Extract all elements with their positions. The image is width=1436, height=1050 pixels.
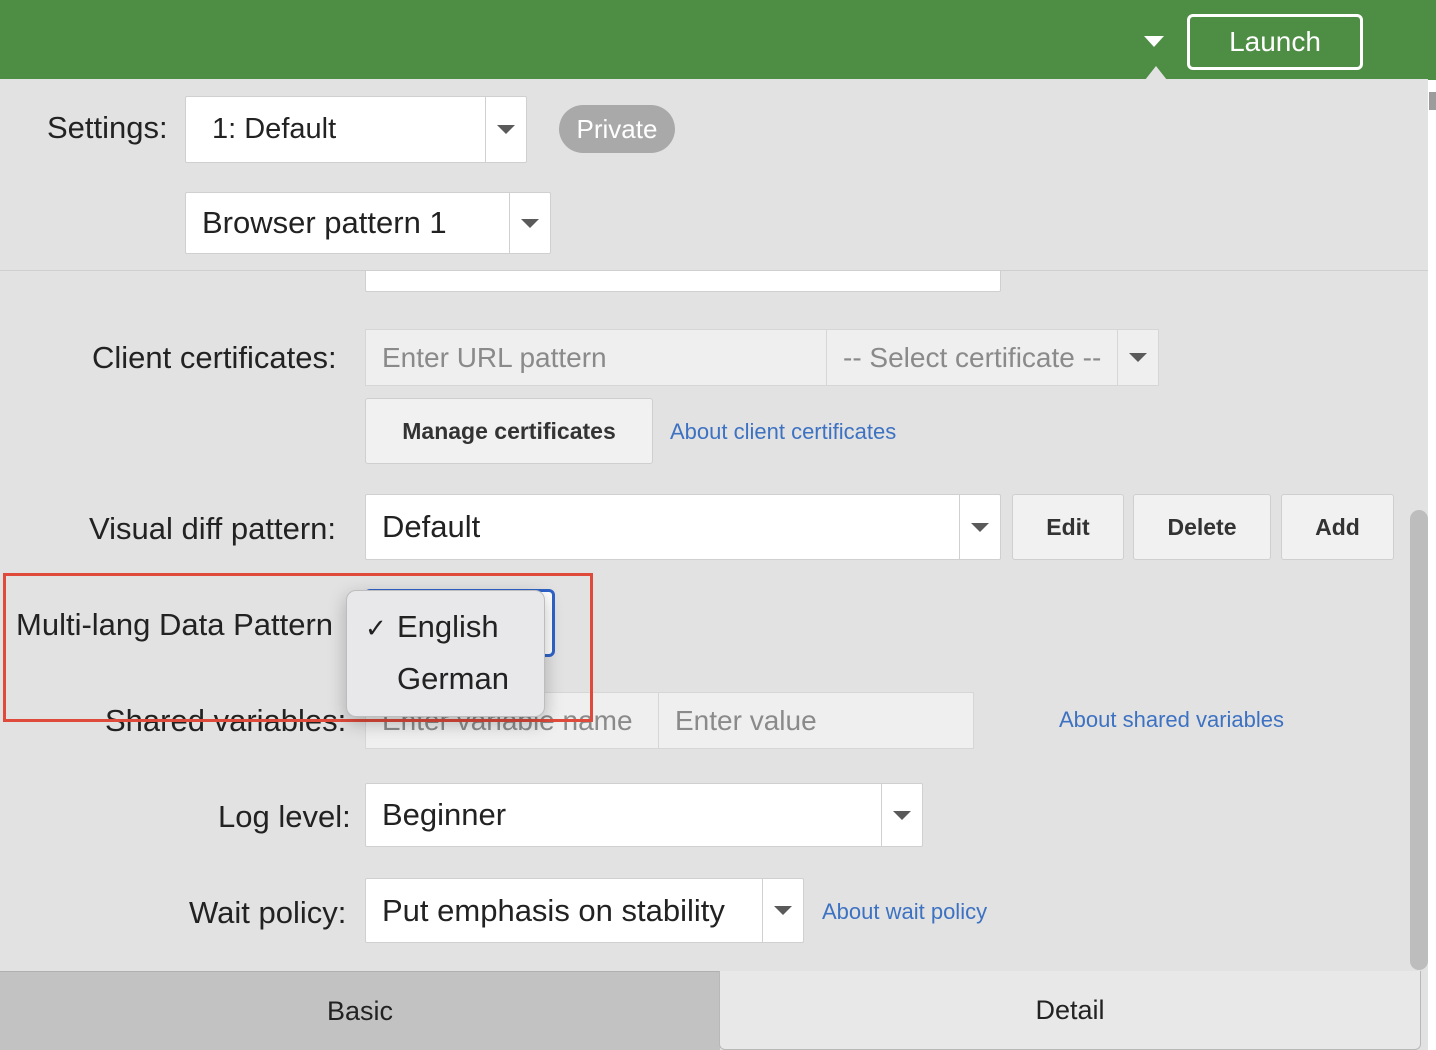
settings-select[interactable]: 1: Default: [185, 96, 527, 163]
settings-value: 1: Default: [212, 113, 337, 145]
log-level-label: Log level:: [218, 799, 351, 834]
about-client-certificates-link[interactable]: About client certificates: [670, 419, 896, 445]
log-level-value: Beginner: [382, 797, 507, 832]
browser-pattern-select[interactable]: Browser pattern 1: [185, 192, 551, 254]
edit-button[interactable]: Edit: [1012, 494, 1124, 560]
delete-button[interactable]: Delete: [1133, 494, 1271, 560]
wait-policy-select[interactable]: Put emphasis on stability: [365, 878, 804, 943]
client-certificates-label: Client certificates:: [92, 340, 337, 375]
scrollbar-thumb[interactable]: [1410, 510, 1428, 970]
launch-button[interactable]: Launch: [1187, 14, 1363, 70]
visual-diff-pattern-label: Visual diff pattern:: [89, 511, 337, 546]
select-certificate-dropdown[interactable]: -- Select certificate --: [826, 329, 1159, 386]
visual-diff-pattern-value: Default: [382, 509, 481, 544]
chevron-down-icon: [509, 193, 550, 253]
popover-arrow: [1145, 66, 1167, 80]
browser-pattern-value: Browser pattern 1: [202, 205, 447, 240]
manage-certificates-button[interactable]: Manage certificates: [365, 398, 653, 464]
about-shared-variables-link[interactable]: About shared variables: [1059, 707, 1284, 733]
option-english-label: English: [397, 609, 499, 644]
shared-variables-label: Shared variables:: [105, 703, 347, 738]
tab-basic[interactable]: Basic: [0, 971, 720, 1050]
visual-diff-pattern-select[interactable]: Default: [365, 494, 1001, 560]
multilang-data-pattern-label: Multi-lang Data Pattern: [16, 607, 334, 642]
chevron-down-icon: [1117, 330, 1158, 385]
about-wait-policy-link[interactable]: About wait policy: [822, 899, 987, 925]
chevron-down-icon: [881, 784, 922, 846]
wait-policy-value: Put emphasis on stability: [382, 892, 725, 928]
tab-detail[interactable]: Detail: [719, 971, 1421, 1050]
add-button[interactable]: Add: [1281, 494, 1394, 560]
log-level-select[interactable]: Beginner: [365, 783, 923, 847]
chevron-down-icon: [762, 879, 803, 942]
tab-detail-label: Detail: [1035, 994, 1105, 1025]
scrollbar-top-thumb[interactable]: [1429, 92, 1436, 110]
wait-policy-label: Wait policy:: [189, 895, 347, 930]
multilang-dropdown-menu: ✓ English German: [346, 590, 545, 717]
top-bar: Launch: [0, 0, 1436, 80]
chevron-down-icon: [959, 495, 1000, 559]
option-german-label: German: [397, 661, 509, 696]
url-pattern-input[interactable]: Enter URL pattern: [365, 329, 827, 386]
tab-basic-label: Basic: [326, 995, 394, 1026]
checkmark-icon: ✓: [365, 613, 387, 643]
select-certificate-placeholder: -- Select certificate --: [843, 341, 1102, 373]
settings-header: Settings: 1: Default Private Browser pat…: [0, 79, 1428, 271]
caret-down-icon[interactable]: [1144, 36, 1164, 47]
settings-label: Settings:: [47, 110, 168, 145]
chevron-down-icon: [485, 97, 526, 162]
variable-value-input[interactable]: Enter value: [658, 692, 974, 749]
private-badge: Private: [559, 105, 675, 153]
